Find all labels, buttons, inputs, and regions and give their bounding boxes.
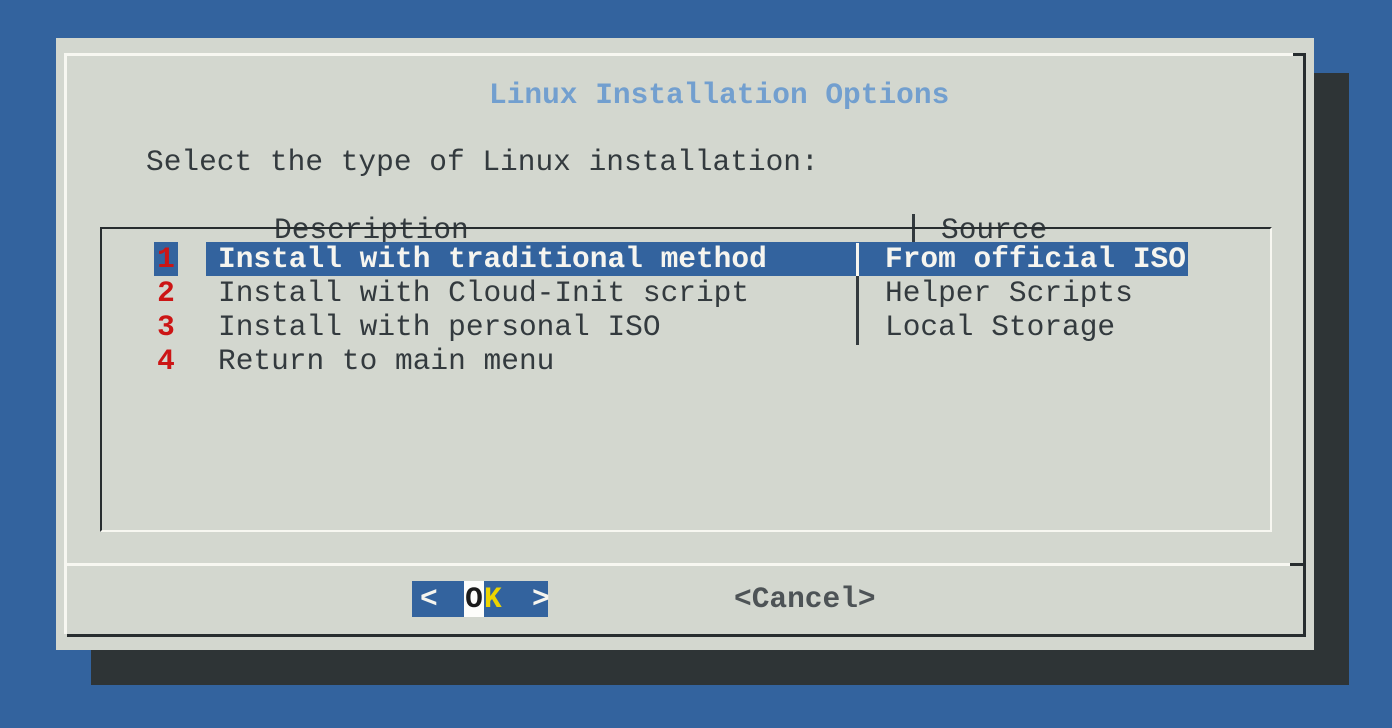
menu-item-source: Helper Scripts <box>885 276 1133 310</box>
dialog-border-right <box>1303 53 1306 637</box>
menu-item-tag: 2 <box>154 276 178 310</box>
menu-item-tag: 4 <box>154 344 178 378</box>
ok-button[interactable]: < O K > <box>412 581 548 617</box>
dialog-border-left <box>64 53 67 634</box>
button-area-separator-right-tip <box>1290 563 1303 566</box>
menu-item-source: Local Storage <box>885 310 1115 344</box>
menu-item-tag: 3 <box>154 310 178 344</box>
dialog-border-top <box>64 53 1293 56</box>
prompt-text: Select the type of Linux installation: <box>146 145 819 179</box>
menu-item-tag: 1 <box>154 242 178 276</box>
dialog-title: Linux Installation Options <box>471 78 967 112</box>
ok-button-cursor-block: O <box>464 581 484 617</box>
list-separator-line <box>856 276 859 345</box>
menu-item-source: From official ISO <box>885 242 1186 276</box>
terminal-screen: { "colors": { "terminal_bg": "#33639e", … <box>0 0 1392 728</box>
ok-button-hotkey: K <box>484 581 502 617</box>
list-separator-line-selected <box>856 243 859 276</box>
menu-item-description: Return to main menu <box>218 344 554 378</box>
button-area-separator <box>67 563 1290 566</box>
dialog-border-bottom <box>67 634 1306 637</box>
cancel-button[interactable]: <Cancel> <box>734 581 876 617</box>
menu-item-description: Install with traditional method <box>218 242 767 276</box>
menu-item-description: Install with Cloud-Init script <box>218 276 749 310</box>
ok-button-angle-left: < <box>420 581 438 617</box>
ok-button-angle-right: > <box>532 581 550 617</box>
menu-item-description: Install with personal ISO <box>218 310 661 344</box>
